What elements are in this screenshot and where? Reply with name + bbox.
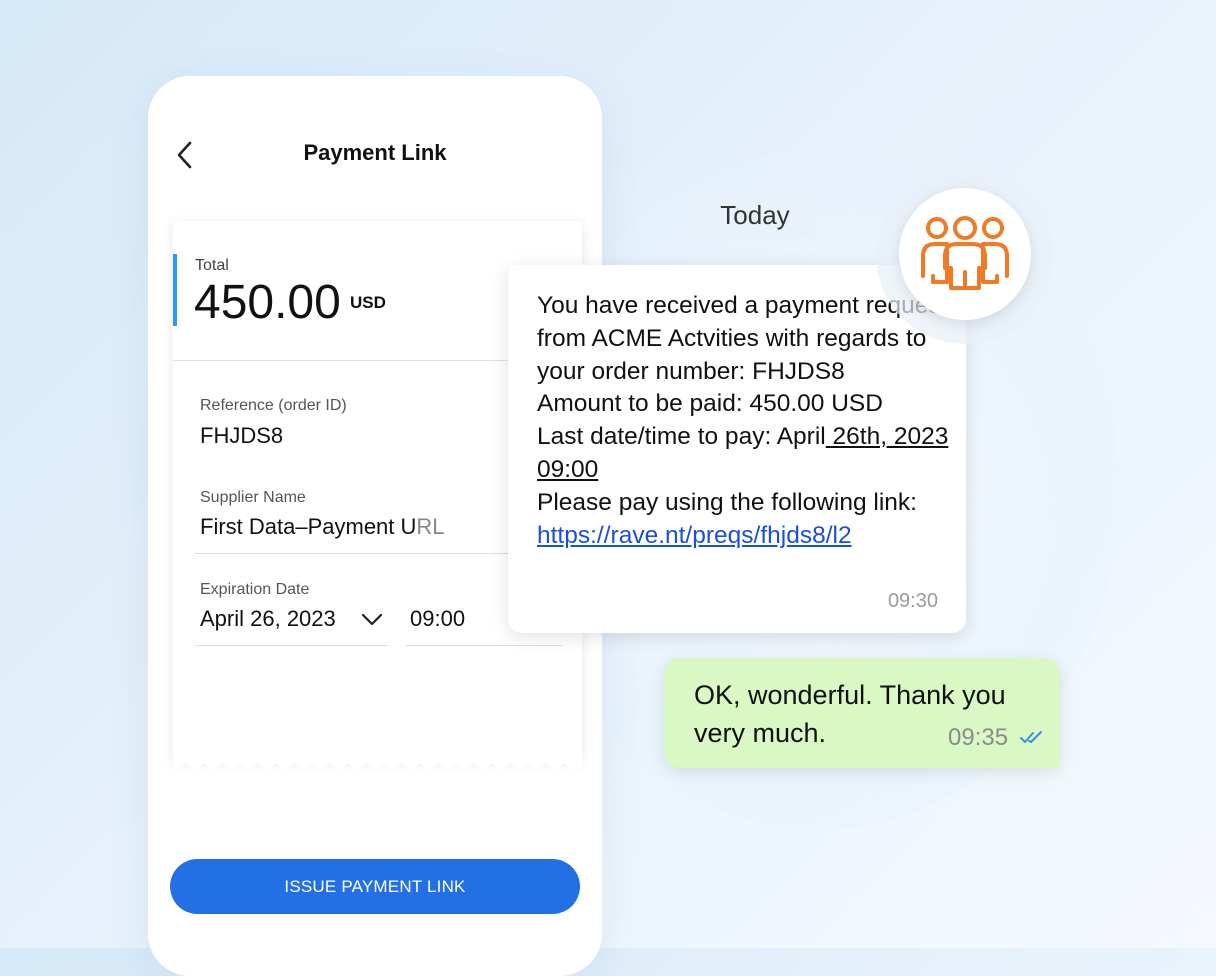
page-title: Payment Link xyxy=(303,140,447,165)
supplier-value-faded: RL xyxy=(416,514,445,539)
double-check-icon xyxy=(1020,731,1042,743)
supplier-value: First Data–Payment U xyxy=(200,514,417,539)
reference-value[interactable]: FHJDS8 xyxy=(200,423,283,449)
incoming-message-text: You have received a payment request from… xyxy=(537,290,957,552)
expiration-date-select[interactable]: April 26, 2023 xyxy=(200,606,336,632)
time-underline xyxy=(406,645,563,646)
incoming-message-time: 09:30 xyxy=(887,590,938,612)
total-currency: USD xyxy=(350,293,386,312)
total-label: Total xyxy=(195,257,229,274)
supplier-label: Supplier Name xyxy=(200,489,306,506)
outgoing-message: OK, wonderful. Thank you very much. 09:3… xyxy=(664,658,1060,768)
message-line-instruction: Please pay using the following link: xyxy=(537,488,917,516)
chevron-down-icon[interactable] xyxy=(360,613,384,627)
incoming-message: You have received a payment request from… xyxy=(508,265,966,633)
expiration-label: Expiration Date xyxy=(200,581,310,598)
message-line-amount: Amount to be paid: 450.00 USD xyxy=(537,390,883,418)
group-users-icon xyxy=(921,216,1009,290)
issue-payment-link-button[interactable]: ISSUE PAYMENT LINK xyxy=(170,859,580,914)
deadline-prefix: Last date/time to pay: April xyxy=(537,423,826,451)
total-accent-bar xyxy=(173,254,177,326)
expiration-time-input[interactable]: 09:00 xyxy=(410,606,465,632)
total-amount: 450.00 xyxy=(194,276,341,329)
date-underline xyxy=(195,645,388,646)
message-line-deadline: Last date/time to pay: April 26th, 2023 … xyxy=(537,421,957,487)
avatar[interactable] xyxy=(899,188,1031,320)
reference-label: Reference (order ID) xyxy=(200,397,347,414)
outgoing-message-time: 09:35 xyxy=(948,724,1009,751)
supplier-field[interactable]: First Data–Payment URL xyxy=(200,514,445,540)
receipt-zigzag-edge xyxy=(173,759,582,771)
payment-link[interactable]: https://rave.nt/preqs/fhjds8/l2 xyxy=(537,522,852,549)
date-separator: Today xyxy=(694,193,816,237)
